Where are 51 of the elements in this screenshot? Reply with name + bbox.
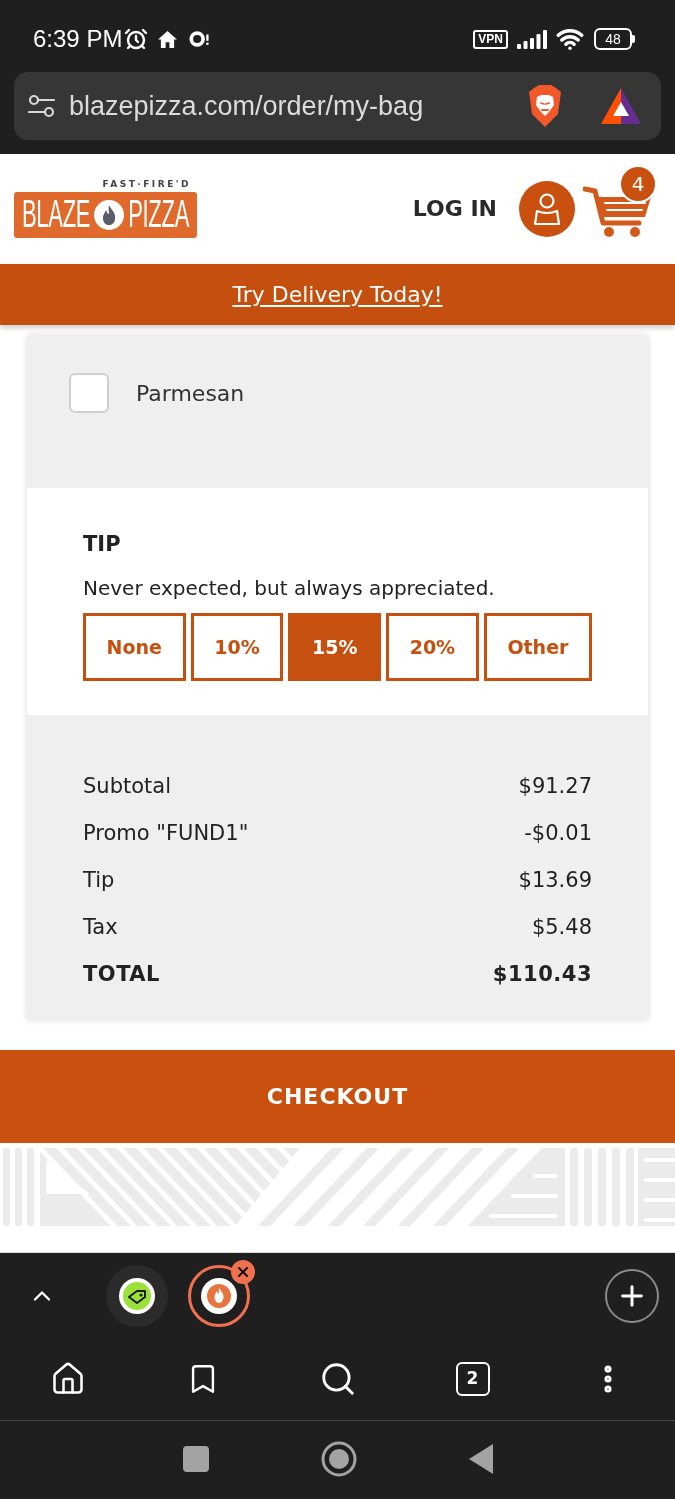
disc-icon bbox=[189, 30, 210, 48]
lion-shield-icon[interactable] bbox=[527, 85, 563, 127]
checkbox[interactable] bbox=[69, 373, 109, 413]
tip-option[interactable]: None bbox=[83, 613, 186, 681]
signal-icon bbox=[517, 29, 547, 49]
delivery-link[interactable]: Try Delivery Today! bbox=[232, 283, 443, 306]
summary-label: Promo "FUND1" bbox=[83, 819, 249, 847]
checkout-button[interactable]: CHECKOUT bbox=[0, 1050, 675, 1143]
home-icon bbox=[158, 30, 178, 48]
tip-option[interactable]: 20% bbox=[386, 613, 479, 681]
address-bar[interactable]: blazepizza.com/order/my-bag bbox=[14, 72, 661, 140]
alarm-icon bbox=[124, 27, 149, 51]
summary-label: Subtotal bbox=[83, 772, 171, 800]
summary-label: TOTAL bbox=[83, 960, 160, 988]
battery-indicator: 48 bbox=[594, 28, 635, 50]
logo-badge[interactable]: BLAZE PIZZA bbox=[14, 192, 197, 238]
tab-count-button[interactable]: 2 bbox=[455, 1361, 490, 1396]
logo-word: PIZZA bbox=[128, 195, 189, 235]
recents-icon[interactable] bbox=[182, 1446, 209, 1472]
login-link[interactable]: LOG IN bbox=[412, 198, 497, 220]
close-tab-button[interactable] bbox=[231, 1260, 255, 1284]
site-settings-icon[interactable] bbox=[28, 94, 55, 118]
summary-value: $13.69 bbox=[518, 866, 592, 894]
summary-value: $91.27 bbox=[518, 772, 592, 800]
flame-icon bbox=[94, 200, 125, 230]
url-text[interactable]: blazepizza.com/order/my-bag bbox=[69, 92, 424, 120]
triangle-logo-icon[interactable] bbox=[601, 88, 641, 124]
account-button[interactable] bbox=[519, 181, 575, 237]
tip-option[interactable]: 15% bbox=[288, 613, 382, 681]
tip-option[interactable]: Other bbox=[483, 613, 593, 681]
logo-tagline: FAST·FIRE'D bbox=[102, 180, 191, 189]
close-icon bbox=[235, 1264, 251, 1280]
topping-label: Parmesan bbox=[136, 379, 245, 408]
status-time: 6:39 PM bbox=[33, 27, 123, 51]
tip-subtitle: Never expected, but always appreciated. bbox=[83, 575, 496, 601]
tip-title: TIP bbox=[83, 532, 122, 556]
summary-label: Tip bbox=[83, 866, 115, 894]
tag-favicon-icon bbox=[119, 1278, 155, 1314]
summary-value: -$0.01 bbox=[524, 819, 592, 847]
flame-favicon-icon bbox=[201, 1278, 237, 1314]
summary-value: $5.48 bbox=[531, 913, 592, 941]
summary-label: Tax bbox=[83, 913, 118, 941]
home-circle-icon[interactable] bbox=[320, 1441, 357, 1477]
back-icon[interactable] bbox=[468, 1444, 493, 1474]
new-tab-button[interactable] bbox=[605, 1269, 659, 1323]
summary-value: $110.43 bbox=[492, 960, 592, 988]
cart-count-badge: 4 bbox=[619, 165, 657, 203]
vpn-badge: VPN bbox=[473, 29, 508, 49]
logo-word: BLAZE bbox=[21, 195, 91, 235]
tip-option[interactable]: 10% bbox=[190, 613, 284, 681]
user-icon bbox=[532, 192, 562, 226]
